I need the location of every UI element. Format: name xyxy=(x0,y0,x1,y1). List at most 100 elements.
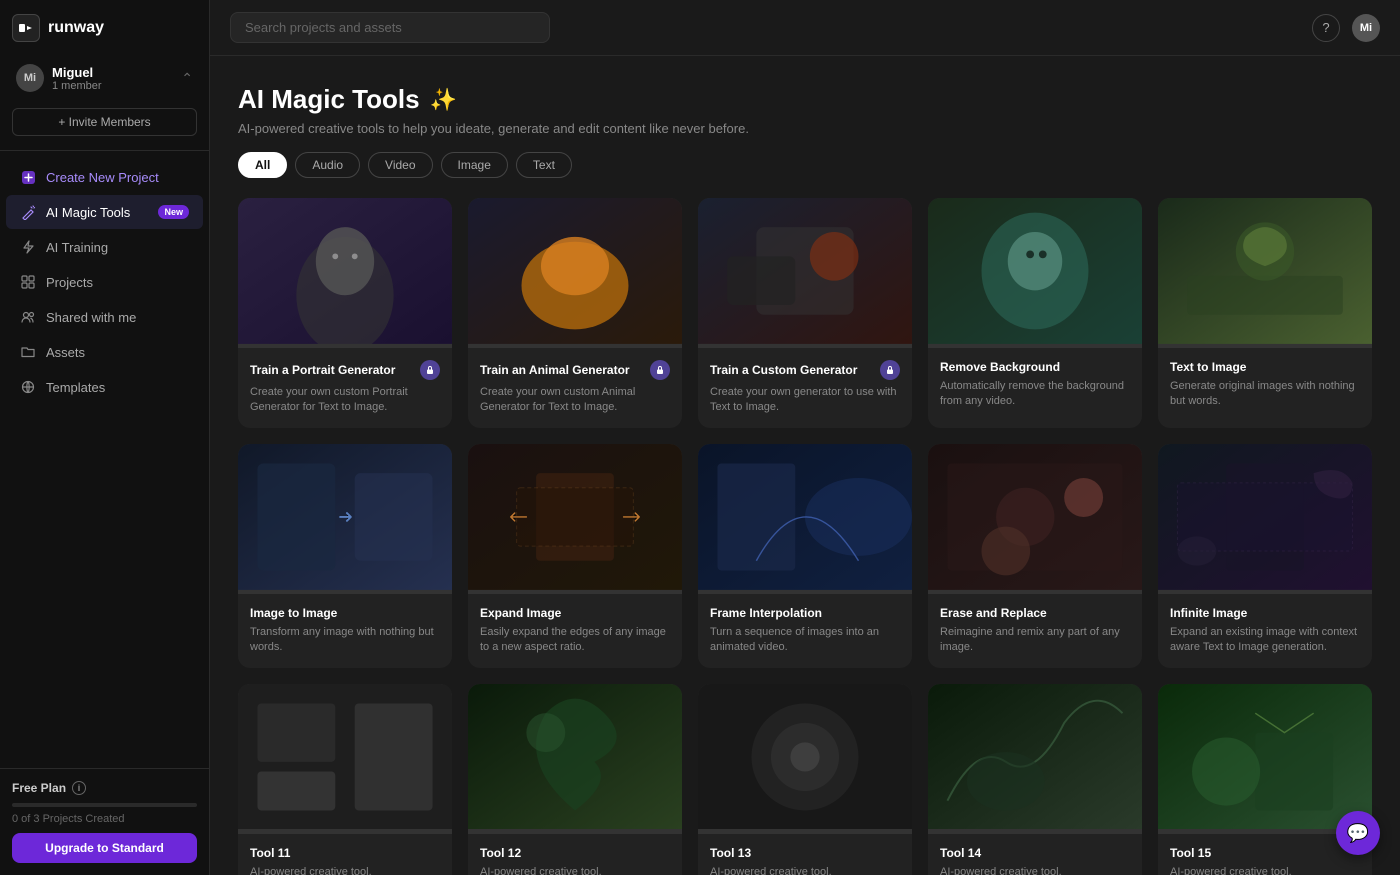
folder-icon xyxy=(20,344,36,360)
filter-tab-all[interactable]: All xyxy=(238,152,287,178)
sidebar-item-label-projects: Projects xyxy=(46,275,93,290)
tool-card-desc-infinite-image: Expand an existing image with context aw… xyxy=(1170,625,1360,656)
tool-card-expand-image[interactable]: Expand ImageEasily expand the edges of a… xyxy=(468,444,682,668)
sidebar-item-label-assets: Assets xyxy=(46,345,85,360)
tool-card-text-to-image[interactable]: Text to ImageGenerate original images wi… xyxy=(1158,198,1372,428)
sidebar-item-label-templates: Templates xyxy=(46,380,105,395)
tool-card-image-expand-image xyxy=(468,444,682,594)
tool-card-frame-interpolation[interactable]: Frame Interpolation Turn a sequence of im… xyxy=(698,444,912,668)
sidebar-item-assets[interactable]: Assets xyxy=(6,335,203,369)
sidebar-item-create-project[interactable]: Create New Project xyxy=(6,160,203,194)
sidebar: runway Mi Miguel 1 member ⌃ + Invite Mem… xyxy=(0,0,210,875)
tool-card-row3-4[interactable]: Tool 14AI-powered creative tool. xyxy=(928,684,1142,875)
user-info: Mi Miguel 1 member xyxy=(16,64,102,92)
sidebar-item-shared[interactable]: Shared with me xyxy=(6,300,203,334)
tool-card-title-row3-2: Tool 12 xyxy=(480,846,521,860)
globe-icon xyxy=(20,379,36,395)
chat-button[interactable]: 💬 xyxy=(1336,811,1380,855)
tool-card-image-to-image[interactable]: Image to ImageTransform any image with n… xyxy=(238,444,452,668)
tool-card-image-row3-5 xyxy=(1158,684,1372,834)
tool-card-desc-animal-generator: Create your own custom Animal Generator … xyxy=(480,385,670,416)
tool-card-desc-frame-interpolation: Turn a sequence of images into an animat… xyxy=(710,625,900,656)
sidebar-item-training[interactable]: AI Training xyxy=(6,230,203,264)
tool-card-body-row3-2: Tool 12AI-powered creative tool. xyxy=(468,834,682,875)
filter-tab-video[interactable]: Video xyxy=(368,152,432,178)
user-section[interactable]: Mi Miguel 1 member ⌃ xyxy=(12,56,197,100)
progress-bar-wrapper xyxy=(12,803,197,807)
user-details: Miguel 1 member xyxy=(52,65,102,92)
main-content: ? Mi AI Magic Tools ✨ AI-powered creativ… xyxy=(210,0,1400,875)
wand-icon xyxy=(20,204,36,220)
grid-icon xyxy=(20,274,36,290)
sidebar-item-label-magic-tools: AI Magic Tools xyxy=(46,205,130,220)
tool-card-desc-row3-3: AI-powered creative tool. xyxy=(710,865,900,875)
tool-card-portrait-generator[interactable]: Train a Portrait Generator Create your ow… xyxy=(238,198,452,428)
lock-icon xyxy=(880,360,900,380)
help-button[interactable]: ? xyxy=(1312,14,1340,42)
sidebar-item-magic-tools[interactable]: AI Magic Tools New xyxy=(6,195,203,229)
tool-card-desc-erase-replace: Reimagine and remix any part of any imag… xyxy=(940,625,1130,656)
tool-card-title-row3-4: Tool 14 xyxy=(940,846,981,860)
tool-card-row3-3[interactable]: Tool 13 AI-powered creative tool. xyxy=(698,684,912,875)
page-subtitle: AI-powered creative tools to help you id… xyxy=(238,121,1372,136)
tool-card-erase-replace[interactable]: Erase and ReplaceReimagine and remix any… xyxy=(928,444,1142,668)
invite-members-button[interactable]: + Invite Members xyxy=(12,108,197,136)
tool-card-body-row3-1: Tool 11AI-powered creative tool. xyxy=(238,834,452,875)
filter-tabs: All Audio Video Image Text xyxy=(238,152,1372,178)
lock-icon xyxy=(650,360,670,380)
tool-card-body-row3-4: Tool 14AI-powered creative tool. xyxy=(928,834,1142,875)
tool-card-desc-text-to-image: Generate original images with nothing bu… xyxy=(1170,379,1360,410)
tool-card-title-expand-image: Expand Image xyxy=(480,606,561,620)
tool-card-row3-2[interactable]: Tool 12AI-powered creative tool. xyxy=(468,684,682,875)
tool-card-image-portrait-generator xyxy=(238,198,452,348)
sidebar-logo: runway xyxy=(12,14,197,42)
tool-card-title-animal-generator: Train an Animal Generator xyxy=(480,363,630,377)
tool-card-body-remove-background: Remove BackgroundAutomatically remove th… xyxy=(928,348,1142,422)
tool-card-title-portrait-generator: Train a Portrait Generator xyxy=(250,363,395,377)
tool-card-body-row3-3: Tool 13 AI-powered creative tool. xyxy=(698,834,912,875)
sidebar-item-templates[interactable]: Templates xyxy=(6,370,203,404)
tool-card-image-row3-3 xyxy=(698,684,912,834)
tool-card-animal-generator[interactable]: Train an Animal Generator Create your own… xyxy=(468,198,682,428)
search-input[interactable] xyxy=(230,12,550,43)
tool-card-remove-background[interactable]: Remove BackgroundAutomatically remove th… xyxy=(928,198,1142,428)
tool-card-body-animal-generator: Train an Animal Generator Create your own… xyxy=(468,348,682,428)
tool-card-image-row3-2 xyxy=(468,684,682,834)
projects-count: 0 of 3 Projects Created xyxy=(12,813,197,825)
tool-card-image-custom-generator xyxy=(698,198,912,348)
tool-card-infinite-image[interactable]: Infinite Image Expand an existing image w… xyxy=(1158,444,1372,668)
tool-card-desc-portrait-generator: Create your own custom Portrait Generato… xyxy=(250,385,440,416)
avatar: Mi xyxy=(16,64,44,92)
tool-card-custom-generator[interactable]: Train a Custom GeneratorCreate your own … xyxy=(698,198,912,428)
filter-tab-text[interactable]: Text xyxy=(516,152,572,178)
tool-card-title-infinite-image: Infinite Image xyxy=(1170,606,1247,620)
sidebar-item-label-create: Create New Project xyxy=(46,170,159,185)
tool-card-title-custom-generator: Train a Custom Generator xyxy=(710,363,857,377)
logo-text: runway xyxy=(48,19,104,37)
free-plan-section: Free Plan i xyxy=(12,781,197,795)
sidebar-item-projects[interactable]: Projects xyxy=(6,265,203,299)
topbar-right: ? Mi xyxy=(1312,14,1380,42)
filter-tab-audio[interactable]: Audio xyxy=(295,152,360,178)
upgrade-button[interactable]: Upgrade to Standard xyxy=(12,833,197,863)
tool-card-title-row3-5: Tool 15 xyxy=(1170,846,1211,860)
sidebar-item-label-shared: Shared with me xyxy=(46,310,136,325)
user-name: Miguel xyxy=(52,65,102,80)
tool-card-title-image-to-image: Image to Image xyxy=(250,606,337,620)
tool-card-image-erase-replace xyxy=(928,444,1142,594)
new-badge: New xyxy=(158,205,189,219)
tool-card-body-portrait-generator: Train a Portrait Generator Create your ow… xyxy=(238,348,452,428)
sidebar-header: runway Mi Miguel 1 member ⌃ + Invite Mem… xyxy=(0,0,209,151)
tool-card-image-row3-4 xyxy=(928,684,1142,834)
topbar-avatar: Mi xyxy=(1352,14,1380,42)
tool-card-body-text-to-image: Text to ImageGenerate original images wi… xyxy=(1158,348,1372,422)
tool-card-title-row3-3: Tool 13 xyxy=(710,846,751,860)
filter-tab-image[interactable]: Image xyxy=(441,152,508,178)
tool-card-title-frame-interpolation: Frame Interpolation xyxy=(710,606,822,620)
tool-card-row3-1[interactable]: Tool 11AI-powered creative tool. xyxy=(238,684,452,875)
page-header: AI Magic Tools ✨ AI-powered creative too… xyxy=(238,84,1372,136)
tool-card-body-expand-image: Expand ImageEasily expand the edges of a… xyxy=(468,594,682,668)
sidebar-footer: Free Plan i 0 of 3 Projects Created Upgr… xyxy=(0,768,209,875)
free-plan-text: Free Plan xyxy=(12,781,66,795)
tool-card-title-row3-1: Tool 11 xyxy=(250,846,290,860)
